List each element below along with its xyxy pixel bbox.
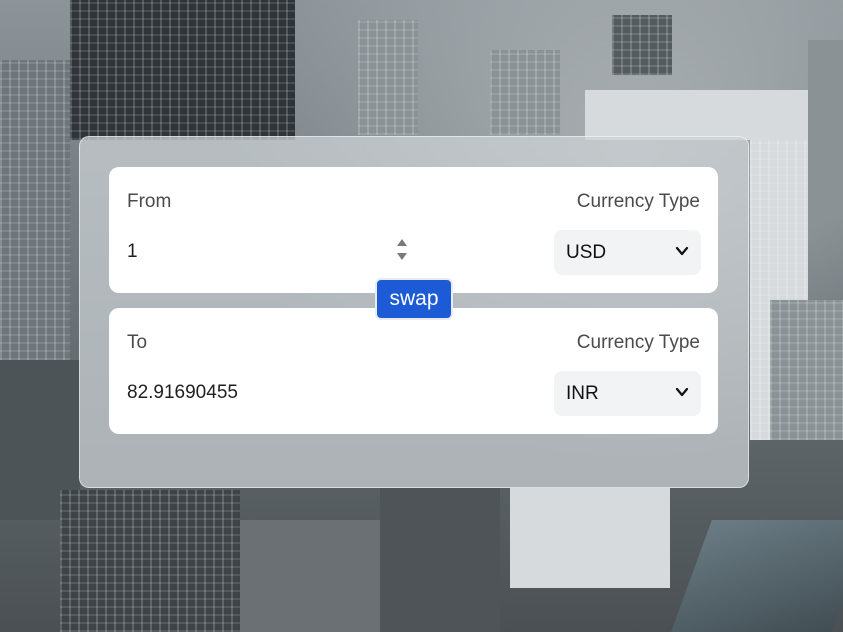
to-currency-type-label: Currency Type — [576, 332, 700, 353]
increment-arrow-icon[interactable] — [397, 239, 407, 246]
to-card: To Currency Type 82.91690455 INR — [109, 308, 718, 434]
decrement-arrow-icon[interactable] — [397, 253, 407, 260]
from-label: From — [127, 191, 172, 212]
chevron-down-icon — [675, 387, 689, 397]
from-amount-input[interactable]: 1 — [127, 241, 138, 263]
amount-spinner[interactable] — [396, 237, 408, 265]
from-currency-select[interactable]: USD — [554, 230, 701, 275]
to-amount-output[interactable]: 82.91690455 — [127, 382, 238, 404]
to-currency-value: INR — [566, 383, 599, 404]
chevron-down-icon — [675, 246, 689, 256]
from-currency-value: USD — [566, 242, 607, 263]
from-currency-type-label: Currency Type — [576, 191, 700, 212]
swap-button[interactable]: swap — [375, 278, 453, 320]
to-label: To — [127, 332, 148, 353]
to-currency-select[interactable]: INR — [554, 371, 701, 416]
from-card: From Currency Type 1 USD — [109, 167, 718, 293]
